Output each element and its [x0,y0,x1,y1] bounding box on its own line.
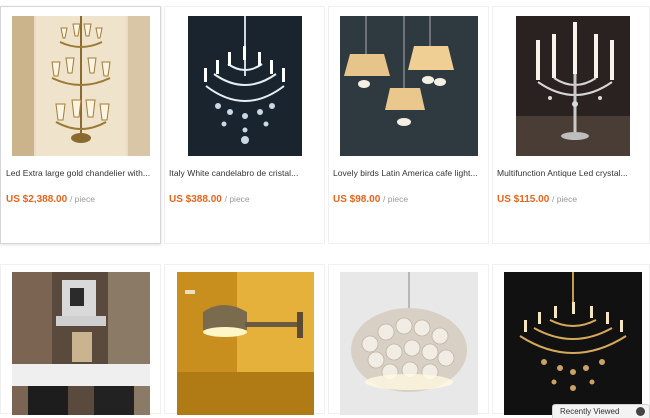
product-image[interactable] [504,272,642,415]
price-amount: US $115.00 [497,194,550,205]
price-amount: US $388.00 [169,194,222,205]
product-image[interactable] [340,272,478,415]
product-image[interactable] [177,272,314,415]
price-amount: US $2,388.00 [6,194,68,205]
product-image[interactable] [12,16,150,156]
recently-viewed-tab[interactable]: Recently Viewed [552,404,650,418]
product-card[interactable]: Multifunction Antique Led crystal... US … [492,6,650,244]
product-title[interactable]: Lovely birds Latin America cafe light... [333,168,485,178]
product-price: US $2,388.00 / piece [6,194,95,205]
price-unit: / piece [552,194,578,204]
product-title[interactable]: Multifunction Antique Led crystal... [497,168,649,178]
product-image[interactable] [188,16,302,156]
product-title[interactable]: Italy White candelabro de cristal... [169,168,321,178]
product-card[interactable]: Italy White candelabro de cristal... US … [164,6,325,244]
product-price: US $98.00 / piece [333,194,408,205]
product-image[interactable] [12,272,150,415]
recently-viewed-label: Recently Viewed [560,407,620,416]
product-title[interactable]: Led Extra large gold chandelier with... [6,168,158,178]
product-card[interactable] [164,264,325,415]
product-card[interactable] [0,264,161,415]
price-unit: / piece [383,194,409,204]
product-card[interactable]: Led Extra large gold chandelier with... … [0,6,161,244]
arrow-circle-icon [636,407,645,416]
product-card[interactable]: Lovely birds Latin America cafe light...… [328,6,489,244]
product-card[interactable] [328,264,489,415]
product-price: US $388.00 / piece [169,194,250,205]
product-card[interactable] [492,264,650,415]
price-amount: US $98.00 [333,194,381,205]
price-unit: / piece [69,194,95,204]
product-image[interactable] [340,16,478,156]
product-image[interactable] [516,16,630,156]
product-price: US $115.00 / piece [497,194,577,205]
price-unit: / piece [224,194,250,204]
